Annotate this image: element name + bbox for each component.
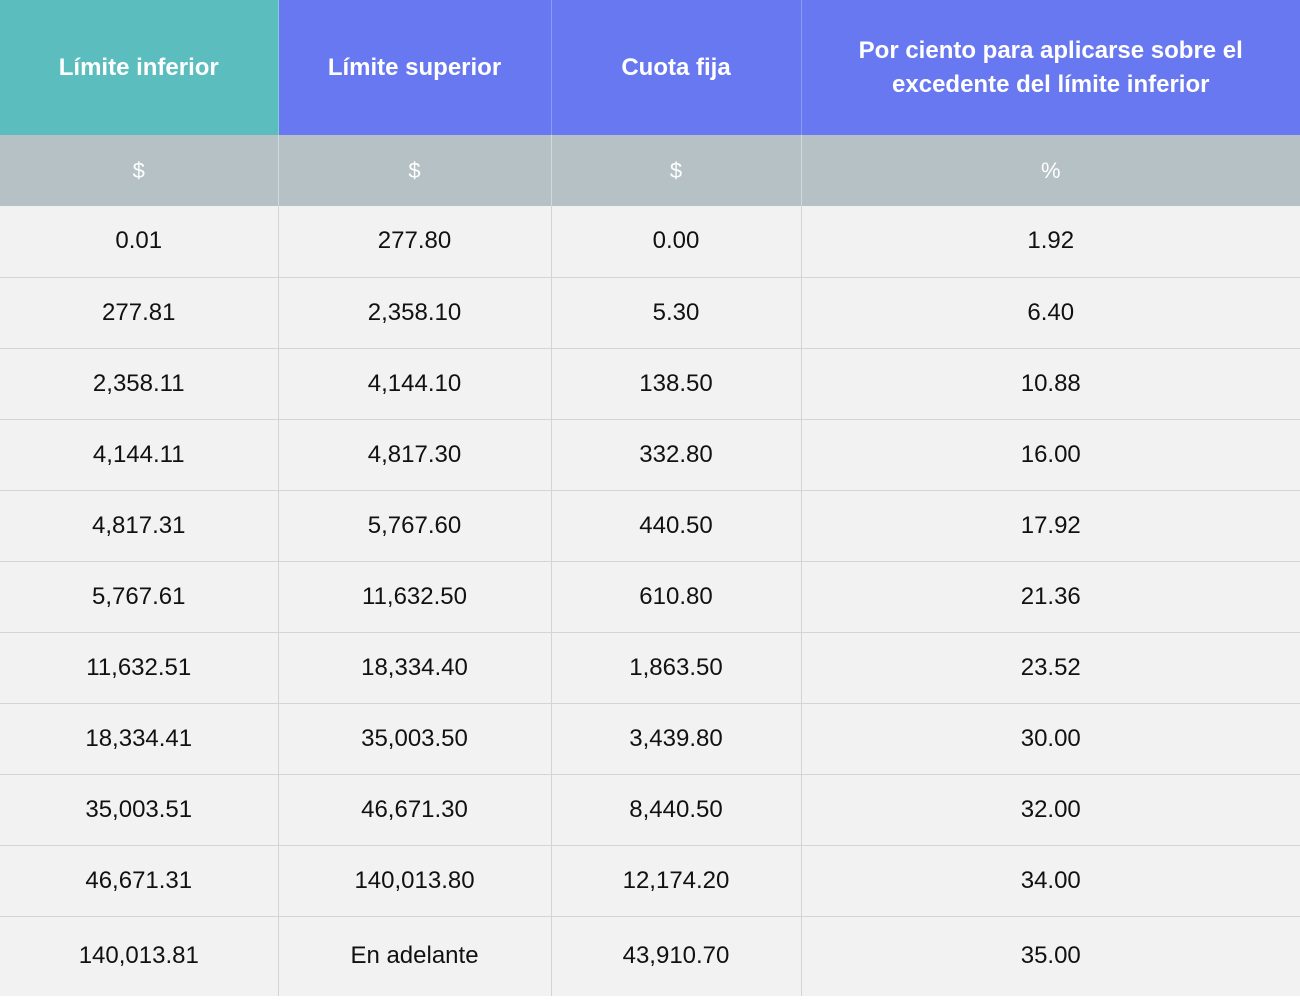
cell-por-ciento: 6.40 xyxy=(801,277,1300,349)
unit-cuota-fija: $ xyxy=(551,135,802,206)
cell-limite-superior: 46,671.30 xyxy=(278,774,552,846)
cell-por-ciento: 34.00 xyxy=(801,845,1300,917)
cell-limite-inferior: 2,358.11 xyxy=(0,348,279,420)
cell-por-ciento: 35.00 xyxy=(801,916,1300,996)
cell-limite-inferior: 4,144.11 xyxy=(0,419,279,491)
cell-limite-superior: 11,632.50 xyxy=(278,561,552,633)
table-row: 18,334.41 35,003.50 3,439.80 30.00 xyxy=(0,703,1300,775)
cell-por-ciento: 16.00 xyxy=(801,419,1300,491)
table-row: 0.01 277.80 0.00 1.92 xyxy=(0,206,1300,278)
cell-cuota-fija: 610.80 xyxy=(551,561,802,633)
cell-limite-inferior: 4,817.31 xyxy=(0,490,279,562)
cell-cuota-fija: 12,174.20 xyxy=(551,845,802,917)
header-por-ciento: Por ciento para aplicarse sobre el exced… xyxy=(801,0,1300,135)
cell-cuota-fija: 138.50 xyxy=(551,348,802,420)
table-row: 4,144.11 4,817.30 332.80 16.00 xyxy=(0,419,1300,491)
cell-limite-inferior: 140,013.81 xyxy=(0,916,279,996)
cell-limite-inferior: 46,671.31 xyxy=(0,845,279,917)
cell-limite-inferior: 277.81 xyxy=(0,277,279,349)
header-limite-superior: Límite superior xyxy=(278,0,552,135)
table-row: 35,003.51 46,671.30 8,440.50 32.00 xyxy=(0,774,1300,846)
cell-por-ciento: 32.00 xyxy=(801,774,1300,846)
cell-limite-superior: 4,817.30 xyxy=(278,419,552,491)
cell-por-ciento: 21.36 xyxy=(801,561,1300,633)
cell-limite-inferior: 35,003.51 xyxy=(0,774,279,846)
table-row: 11,632.51 18,334.40 1,863.50 23.52 xyxy=(0,632,1300,704)
cell-limite-inferior: 18,334.41 xyxy=(0,703,279,775)
cell-cuota-fija: 43,910.70 xyxy=(551,916,802,996)
cell-limite-superior: 4,144.10 xyxy=(278,348,552,420)
table-row: 140,013.81 En adelante 43,910.70 35.00 xyxy=(0,916,1300,996)
cell-por-ciento: 17.92 xyxy=(801,490,1300,562)
unit-por-ciento: % xyxy=(801,135,1300,206)
cell-cuota-fija: 5.30 xyxy=(551,277,802,349)
table-row: 46,671.31 140,013.80 12,174.20 34.00 xyxy=(0,845,1300,917)
table-row: 5,767.61 11,632.50 610.80 21.36 xyxy=(0,561,1300,633)
unit-limite-inferior: $ xyxy=(0,135,279,206)
cell-cuota-fija: 440.50 xyxy=(551,490,802,562)
cell-por-ciento: 10.88 xyxy=(801,348,1300,420)
table-row: 277.81 2,358.10 5.30 6.40 xyxy=(0,277,1300,349)
cell-por-ciento: 23.52 xyxy=(801,632,1300,704)
cell-limite-superior: 140,013.80 xyxy=(278,845,552,917)
cell-por-ciento: 1.92 xyxy=(801,206,1300,278)
table-row: 4,817.31 5,767.60 440.50 17.92 xyxy=(0,490,1300,562)
cell-cuota-fija: 8,440.50 xyxy=(551,774,802,846)
header-cuota-fija: Cuota fija xyxy=(551,0,802,135)
cell-cuota-fija: 332.80 xyxy=(551,419,802,491)
cell-por-ciento: 30.00 xyxy=(801,703,1300,775)
cell-limite-superior: En adelante xyxy=(278,916,552,996)
units-row: $ $ $ % xyxy=(0,135,1300,206)
table-row: 2,358.11 4,144.10 138.50 10.88 xyxy=(0,348,1300,420)
cell-limite-inferior: 5,767.61 xyxy=(0,561,279,633)
unit-limite-superior: $ xyxy=(278,135,552,206)
cell-limite-superior: 2,358.10 xyxy=(278,277,552,349)
header-row: Límite inferior Límite superior Cuota fi… xyxy=(0,0,1300,135)
isr-rate-table: Límite inferior Límite superior Cuota fi… xyxy=(0,0,1300,996)
header-limite-inferior: Límite inferior xyxy=(0,0,279,135)
cell-limite-inferior: 11,632.51 xyxy=(0,632,279,704)
cell-limite-superior: 277.80 xyxy=(278,206,552,278)
cell-limite-inferior: 0.01 xyxy=(0,206,279,278)
cell-limite-superior: 18,334.40 xyxy=(278,632,552,704)
cell-limite-superior: 5,767.60 xyxy=(278,490,552,562)
cell-cuota-fija: 1,863.50 xyxy=(551,632,802,704)
cell-cuota-fija: 0.00 xyxy=(551,206,802,278)
cell-limite-superior: 35,003.50 xyxy=(278,703,552,775)
cell-cuota-fija: 3,439.80 xyxy=(551,703,802,775)
